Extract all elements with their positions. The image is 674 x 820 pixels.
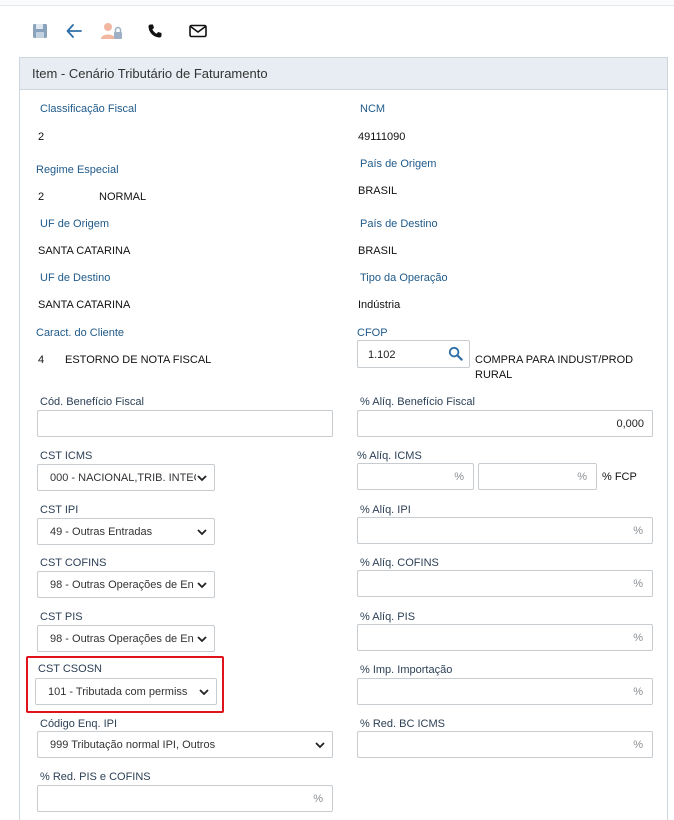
cod-beneficio-input[interactable] <box>37 410 333 437</box>
save-button[interactable] <box>26 18 54 44</box>
aliq-icms-unit: % <box>454 471 464 483</box>
chevron-down-icon <box>197 582 207 589</box>
tipo-operacao-label: Tipo da Operação <box>360 272 448 284</box>
pais-origem-value: BRASIL <box>358 185 398 197</box>
aliq-pis-unit: % <box>633 632 643 644</box>
panel-title: Item - Cenário Tributário de Faturamento <box>20 58 667 90</box>
back-button[interactable] <box>60 18 88 44</box>
cst-icms-label: CST ICMS <box>40 450 93 462</box>
classificacao-fiscal-value: 2 <box>38 131 45 143</box>
top-bar <box>0 0 674 6</box>
chevron-down-icon <box>197 636 207 643</box>
aliq-beneficio-label: % Alíq. Benefício Fiscal <box>360 396 475 408</box>
fcp-unit: % <box>577 471 587 483</box>
save-icon <box>33 24 47 38</box>
cst-ipi-label: CST IPI <box>40 504 79 516</box>
aliq-beneficio-input[interactable]: 0,000 <box>357 410 653 437</box>
cfop-description-line1: COMPRA PARA INDUST/PROD <box>475 354 634 366</box>
pais-destino-label: País de Destino <box>360 218 438 230</box>
pais-origem-label: País de Origem <box>360 158 437 170</box>
cst-csosn-value: 101 - Tributada com permiss <box>48 686 188 698</box>
fcp-input[interactable]: % <box>478 463 597 490</box>
cst-cofins-select[interactable]: 98 - Outras Operações de En <box>37 571 215 598</box>
tipo-operacao-value: Indústria <box>358 299 401 311</box>
fcp-label: % FCP <box>602 471 637 483</box>
caract-cliente-label: Caract. do Cliente <box>36 327 125 339</box>
red-pis-cofins-unit: % <box>313 793 323 805</box>
classificacao-fiscal-label: Classificação Fiscal <box>40 103 137 115</box>
uf-origem-label: UF de Origem <box>40 218 110 230</box>
cst-pis-value: 98 - Outras Operações de En <box>50 633 194 645</box>
chevron-down-icon <box>315 742 325 749</box>
back-arrow-icon <box>66 24 82 38</box>
cod-beneficio-label: Cód. Benefício Fiscal <box>40 396 144 408</box>
search-icon[interactable] <box>448 346 463 361</box>
red-bc-icms-input[interactable]: % <box>357 731 653 758</box>
phone-button[interactable] <box>141 18 169 44</box>
aliq-icms-input[interactable]: % <box>357 463 474 490</box>
cst-icms-select[interactable]: 000 - NACIONAL,TRIB. INTEG <box>37 464 215 491</box>
imp-importacao-input[interactable]: % <box>357 678 653 705</box>
mail-button[interactable] <box>184 18 212 44</box>
cst-ipi-select[interactable]: 49 - Outras Entradas <box>37 518 215 545</box>
red-bc-icms-label: % Red. BC ICMS <box>360 718 445 730</box>
cfop-input[interactable]: 1.102 <box>357 340 470 368</box>
cfop-label: CFOP <box>357 327 388 339</box>
imp-importacao-unit: % <box>633 686 643 698</box>
cst-cofins-value: 98 - Outras Operações de En <box>50 579 194 591</box>
codigo-enq-ipi-select[interactable]: 999 Tributação normal IPI, Outros <box>37 731 333 758</box>
regime-especial-label: Regime Especial <box>36 164 119 176</box>
aliq-pis-label: % Alíq. PIS <box>360 611 416 623</box>
cst-pis-select[interactable]: 98 - Outras Operações de En <box>37 625 215 652</box>
red-bc-icms-unit: % <box>633 739 643 751</box>
aliq-beneficio-value: 0,000 <box>616 418 644 430</box>
aliq-ipi-label: % Alíq. IPI <box>360 504 411 516</box>
regime-especial-code: 2 <box>38 191 45 203</box>
uf-destino-value: SANTA CATARINA <box>38 299 131 311</box>
uf-destino-label: UF de Destino <box>40 272 111 284</box>
cst-csosn-select[interactable]: 101 - Tributada com permiss <box>35 678 217 705</box>
cst-pis-label: CST PIS <box>40 611 83 623</box>
caract-cliente-code: 4 <box>38 354 45 366</box>
red-pis-cofins-input[interactable]: % <box>37 785 333 812</box>
codigo-enq-ipi-label: Código Enq. IPI <box>40 718 118 730</box>
user-lock-button[interactable] <box>98 18 126 44</box>
aliq-icms-label: % Alíq. ICMS <box>357 450 422 462</box>
red-pis-cofins-label: % Red. PIS e COFINS <box>40 771 151 783</box>
aliq-pis-input[interactable]: % <box>357 624 653 651</box>
codigo-enq-ipi-value: 999 Tributação normal IPI, Outros <box>50 739 216 751</box>
chevron-down-icon <box>197 475 207 482</box>
chevron-down-icon <box>197 529 207 536</box>
ncm-value: 49111090 <box>358 131 406 143</box>
ncm-label: NCM <box>360 103 386 115</box>
phone-icon <box>148 24 162 38</box>
aliq-cofins-input[interactable]: % <box>357 570 653 597</box>
cfop-value: 1.102 <box>368 349 396 361</box>
caract-cliente-value: ESTORNO DE NOTA FISCAL <box>65 354 212 366</box>
aliq-ipi-input[interactable]: % <box>357 517 653 544</box>
aliq-cofins-label: % Alíq. COFINS <box>360 557 439 569</box>
cst-ipi-value: 49 - Outras Entradas <box>50 526 153 538</box>
cst-csosn-label: CST CSOSN <box>38 663 102 675</box>
imp-importacao-label: % Imp. Importação <box>360 664 453 676</box>
user-lock-icon <box>101 23 122 39</box>
regime-especial-value: NORMAL <box>99 191 147 203</box>
uf-origem-value: SANTA CATARINA <box>38 245 131 257</box>
mail-icon <box>189 24 207 38</box>
chevron-down-icon <box>199 689 209 696</box>
aliq-cofins-unit: % <box>633 578 643 590</box>
cfop-description-line2: RURAL <box>475 369 513 381</box>
cst-cofins-label: CST COFINS <box>40 557 107 569</box>
aliq-ipi-unit: % <box>633 525 643 537</box>
pais-destino-value: BRASIL <box>358 245 398 257</box>
cst-icms-value: 000 - NACIONAL,TRIB. INTEG <box>50 472 196 484</box>
